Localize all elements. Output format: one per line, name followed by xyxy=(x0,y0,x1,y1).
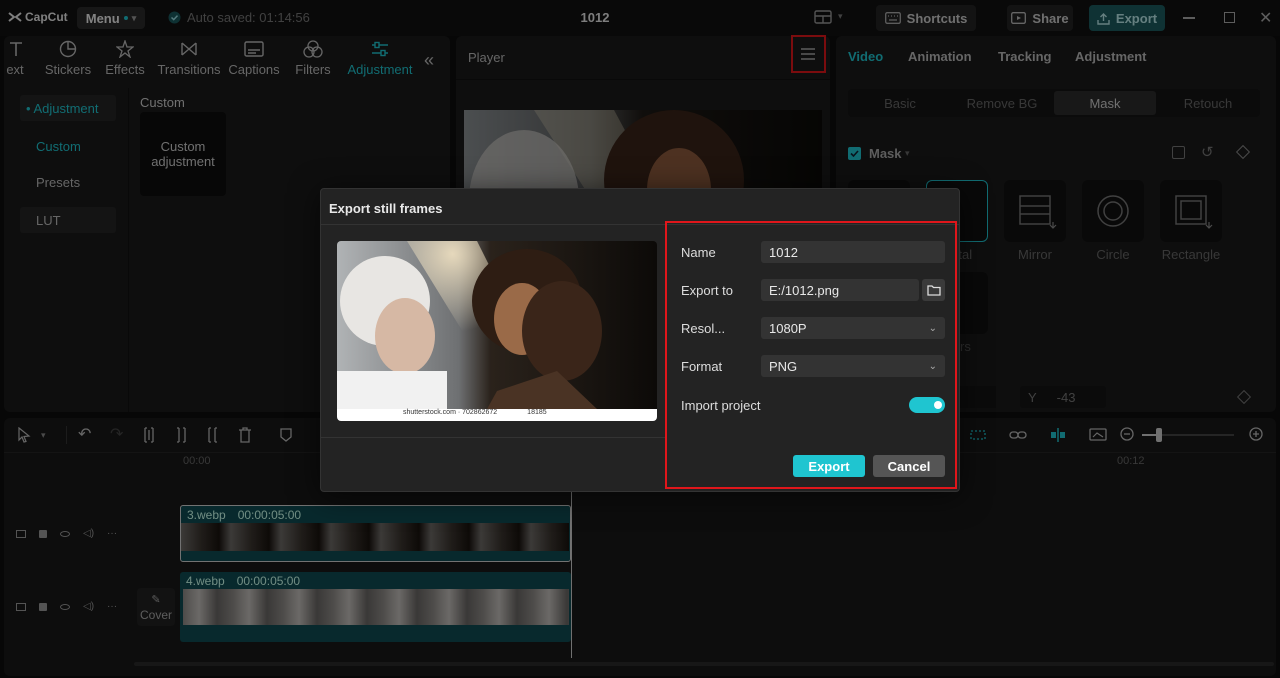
dialog-title: Export still frames xyxy=(329,201,442,216)
frame-preview: shutterstock.com · 702862672 18185 xyxy=(337,241,657,421)
watermark-text: shutterstock.com · 702862672 xyxy=(403,409,497,416)
export-still-frames-dialog: Export still frames shutterstock.com · 7… xyxy=(320,188,960,492)
dialog-footer-divider xyxy=(321,437,665,438)
watermark-number: 18185 xyxy=(527,409,546,416)
preview-watermark: shutterstock.com · 702862672 18185 xyxy=(403,409,547,416)
settings-highlight-box xyxy=(665,221,957,489)
